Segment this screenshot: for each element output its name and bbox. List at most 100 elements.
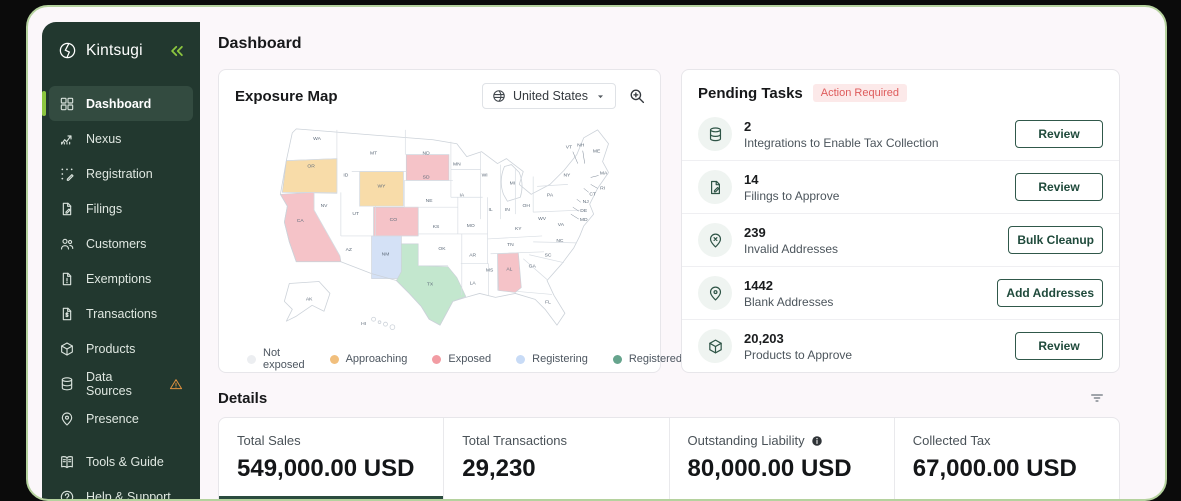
state-label-la: LA bbox=[470, 281, 477, 287]
legend-dot bbox=[516, 354, 526, 364]
zoom-in-icon[interactable] bbox=[628, 87, 646, 105]
metric-value: 549,000.00 USD bbox=[237, 455, 415, 482]
state-label-ct: CT bbox=[589, 191, 596, 197]
state-label-me: ME bbox=[593, 149, 601, 155]
state-label-ok: OK bbox=[438, 246, 446, 252]
main-content: Dashboard Exposure Map United States WA … bbox=[218, 7, 1120, 499]
us-map-svg[interactable]: WA OR CA NV ID MT WY UT CO AZ NM ND SD NE KS OK TX MN IA MO… bbox=[231, 115, 648, 343]
task-label: Invalid Addresses bbox=[744, 241, 839, 256]
sidebar-item-label: Nexus bbox=[86, 131, 122, 146]
metric-label: Total Transactions bbox=[462, 433, 650, 448]
state-label-ga: GA bbox=[529, 264, 537, 270]
legend-item-approaching: Approaching bbox=[329, 353, 408, 365]
pending-tasks-list: 2 Integrations to Enable Tax Collection Re… bbox=[682, 108, 1119, 372]
state-label-ri: RI bbox=[600, 185, 605, 191]
legend-item-registered: Registered bbox=[612, 353, 682, 365]
state-label-sd: SD bbox=[423, 174, 430, 180]
state-label-nh: NH bbox=[577, 143, 585, 149]
state-label-in: IN bbox=[505, 207, 510, 213]
globe-icon bbox=[492, 89, 506, 103]
sidebar-item-label: Data Sources bbox=[86, 369, 132, 398]
state-label-ny: NY bbox=[563, 172, 571, 178]
review-button[interactable]: Review bbox=[1015, 332, 1103, 360]
country-selector-value: United States bbox=[512, 89, 588, 103]
sidebar-item-help-support[interactable]: Help & Support bbox=[49, 479, 193, 499]
sidebar-item-transactions[interactable]: Transactions bbox=[49, 296, 193, 331]
legend-label: Exposed bbox=[448, 353, 492, 365]
legend-label: Approaching bbox=[345, 353, 408, 365]
sidebar-item-label: Registration bbox=[86, 166, 153, 181]
sidebar-item-dashboard[interactable]: Dashboard bbox=[42, 86, 193, 121]
state-label-sc: SC bbox=[545, 253, 552, 259]
metric-label-text: Outstanding Liability bbox=[687, 433, 805, 448]
task-info: 239 Invalid Addresses bbox=[744, 225, 996, 256]
nexus-chart-icon bbox=[59, 131, 75, 147]
sidebar-item-exemptions[interactable]: Exemptions bbox=[49, 261, 193, 296]
package-icon bbox=[698, 329, 732, 363]
review-button[interactable]: Review bbox=[1015, 120, 1103, 148]
task-info: 20,203 Products to Approve bbox=[744, 331, 1003, 362]
sidebar-item-label: Tools & Guide bbox=[86, 454, 164, 469]
info-icon[interactable] bbox=[811, 435, 823, 447]
task-info: 14 Filings to Approve bbox=[744, 172, 1003, 203]
state-label-or: OR bbox=[307, 164, 315, 170]
nav-section-spacer bbox=[49, 436, 193, 444]
metric-total-transactions[interactable]: Total Transactions 29,230 bbox=[443, 418, 668, 499]
metric-label: Collected Tax bbox=[913, 433, 1101, 448]
add-addresses-button[interactable]: Add Addresses bbox=[997, 279, 1103, 307]
sidebar-item-label: Exemptions bbox=[86, 271, 152, 286]
metric-total-sales[interactable]: Total Sales 549,000.00 USD bbox=[219, 418, 444, 499]
task-count: 1442 bbox=[744, 277, 773, 293]
metric-outstanding-liability[interactable]: Outstanding Liability 80,000.00 USD bbox=[668, 418, 894, 499]
sidebar-item-nexus[interactable]: Nexus bbox=[49, 121, 193, 156]
sidebar-item-filings[interactable]: Filings bbox=[49, 191, 193, 226]
metric-label-text: Total Sales bbox=[237, 433, 301, 448]
state-label-ne: NE bbox=[426, 198, 434, 204]
state-label-mn: MN bbox=[453, 162, 461, 168]
pin-x-icon bbox=[698, 223, 732, 257]
task-label: Filings to Approve bbox=[744, 188, 840, 203]
state-label-nj: NJ bbox=[583, 199, 590, 205]
sidebar-item-customers[interactable]: Customers bbox=[49, 226, 193, 261]
country-selector[interactable]: United States bbox=[481, 83, 616, 109]
metric-label: Total Sales bbox=[237, 433, 425, 448]
kintsugi-logo-icon bbox=[58, 41, 77, 60]
state-label-mt: MT bbox=[370, 151, 377, 157]
database-icon bbox=[698, 117, 732, 151]
metric-value: 80,000.00 USD bbox=[687, 455, 852, 482]
us-choropleth-map[interactable]: WA OR CA NV ID MT WY UT CO AZ NM ND SD NE KS OK TX MN IA MO… bbox=[219, 115, 660, 343]
state-label-ky: KY bbox=[515, 226, 522, 232]
metric-collected-tax[interactable]: Collected Tax 67,000.00 USD bbox=[893, 418, 1119, 499]
state-label-de: DE bbox=[580, 208, 588, 214]
sidebar-item-presence[interactable]: Presence bbox=[49, 401, 193, 436]
metric-label: Outstanding Liability bbox=[688, 433, 876, 448]
tools-guide-icon bbox=[59, 454, 75, 470]
state-label-az: AZ bbox=[346, 247, 352, 253]
sidebar-item-data-sources[interactable]: Data Sources bbox=[49, 366, 193, 401]
sidebar-item-registration[interactable]: Registration bbox=[49, 156, 193, 191]
exemptions-icon bbox=[59, 271, 75, 287]
filter-icon[interactable] bbox=[1088, 389, 1106, 407]
sidebar-item-label: Transactions bbox=[86, 306, 158, 321]
caret-down-icon bbox=[595, 91, 606, 102]
legend-dot bbox=[247, 354, 256, 364]
warning-triangle-icon bbox=[169, 377, 183, 391]
sidebar-item-products[interactable]: Products bbox=[49, 331, 193, 366]
bulk-cleanup-button[interactable]: Bulk Cleanup bbox=[1008, 226, 1103, 254]
sidebar-nav: Dashboard Nexus Registration Filings Custome… bbox=[42, 86, 200, 499]
sidebar-item-tools-guide[interactable]: Tools & Guide bbox=[49, 444, 193, 479]
state-label-nd: ND bbox=[423, 151, 431, 157]
state-label-vt: VT bbox=[566, 145, 572, 151]
exposure-map-card: Exposure Map United States WA OR CA NV I… bbox=[218, 69, 682, 373]
pending-task-row: 14 Filings to Approve Review bbox=[682, 160, 1119, 213]
pin-icon bbox=[698, 276, 732, 310]
legend-dot bbox=[612, 354, 622, 364]
collapse-sidebar-icon[interactable] bbox=[168, 42, 186, 60]
review-button[interactable]: Review bbox=[1015, 173, 1103, 201]
state-label-ks: KS bbox=[433, 224, 440, 230]
state-label-ms: MS bbox=[486, 268, 494, 274]
task-count: 14 bbox=[744, 171, 759, 187]
state-label-mi: MI bbox=[510, 180, 516, 186]
state-label-oh: OH bbox=[523, 203, 531, 209]
state-label-md: MD bbox=[580, 217, 588, 223]
